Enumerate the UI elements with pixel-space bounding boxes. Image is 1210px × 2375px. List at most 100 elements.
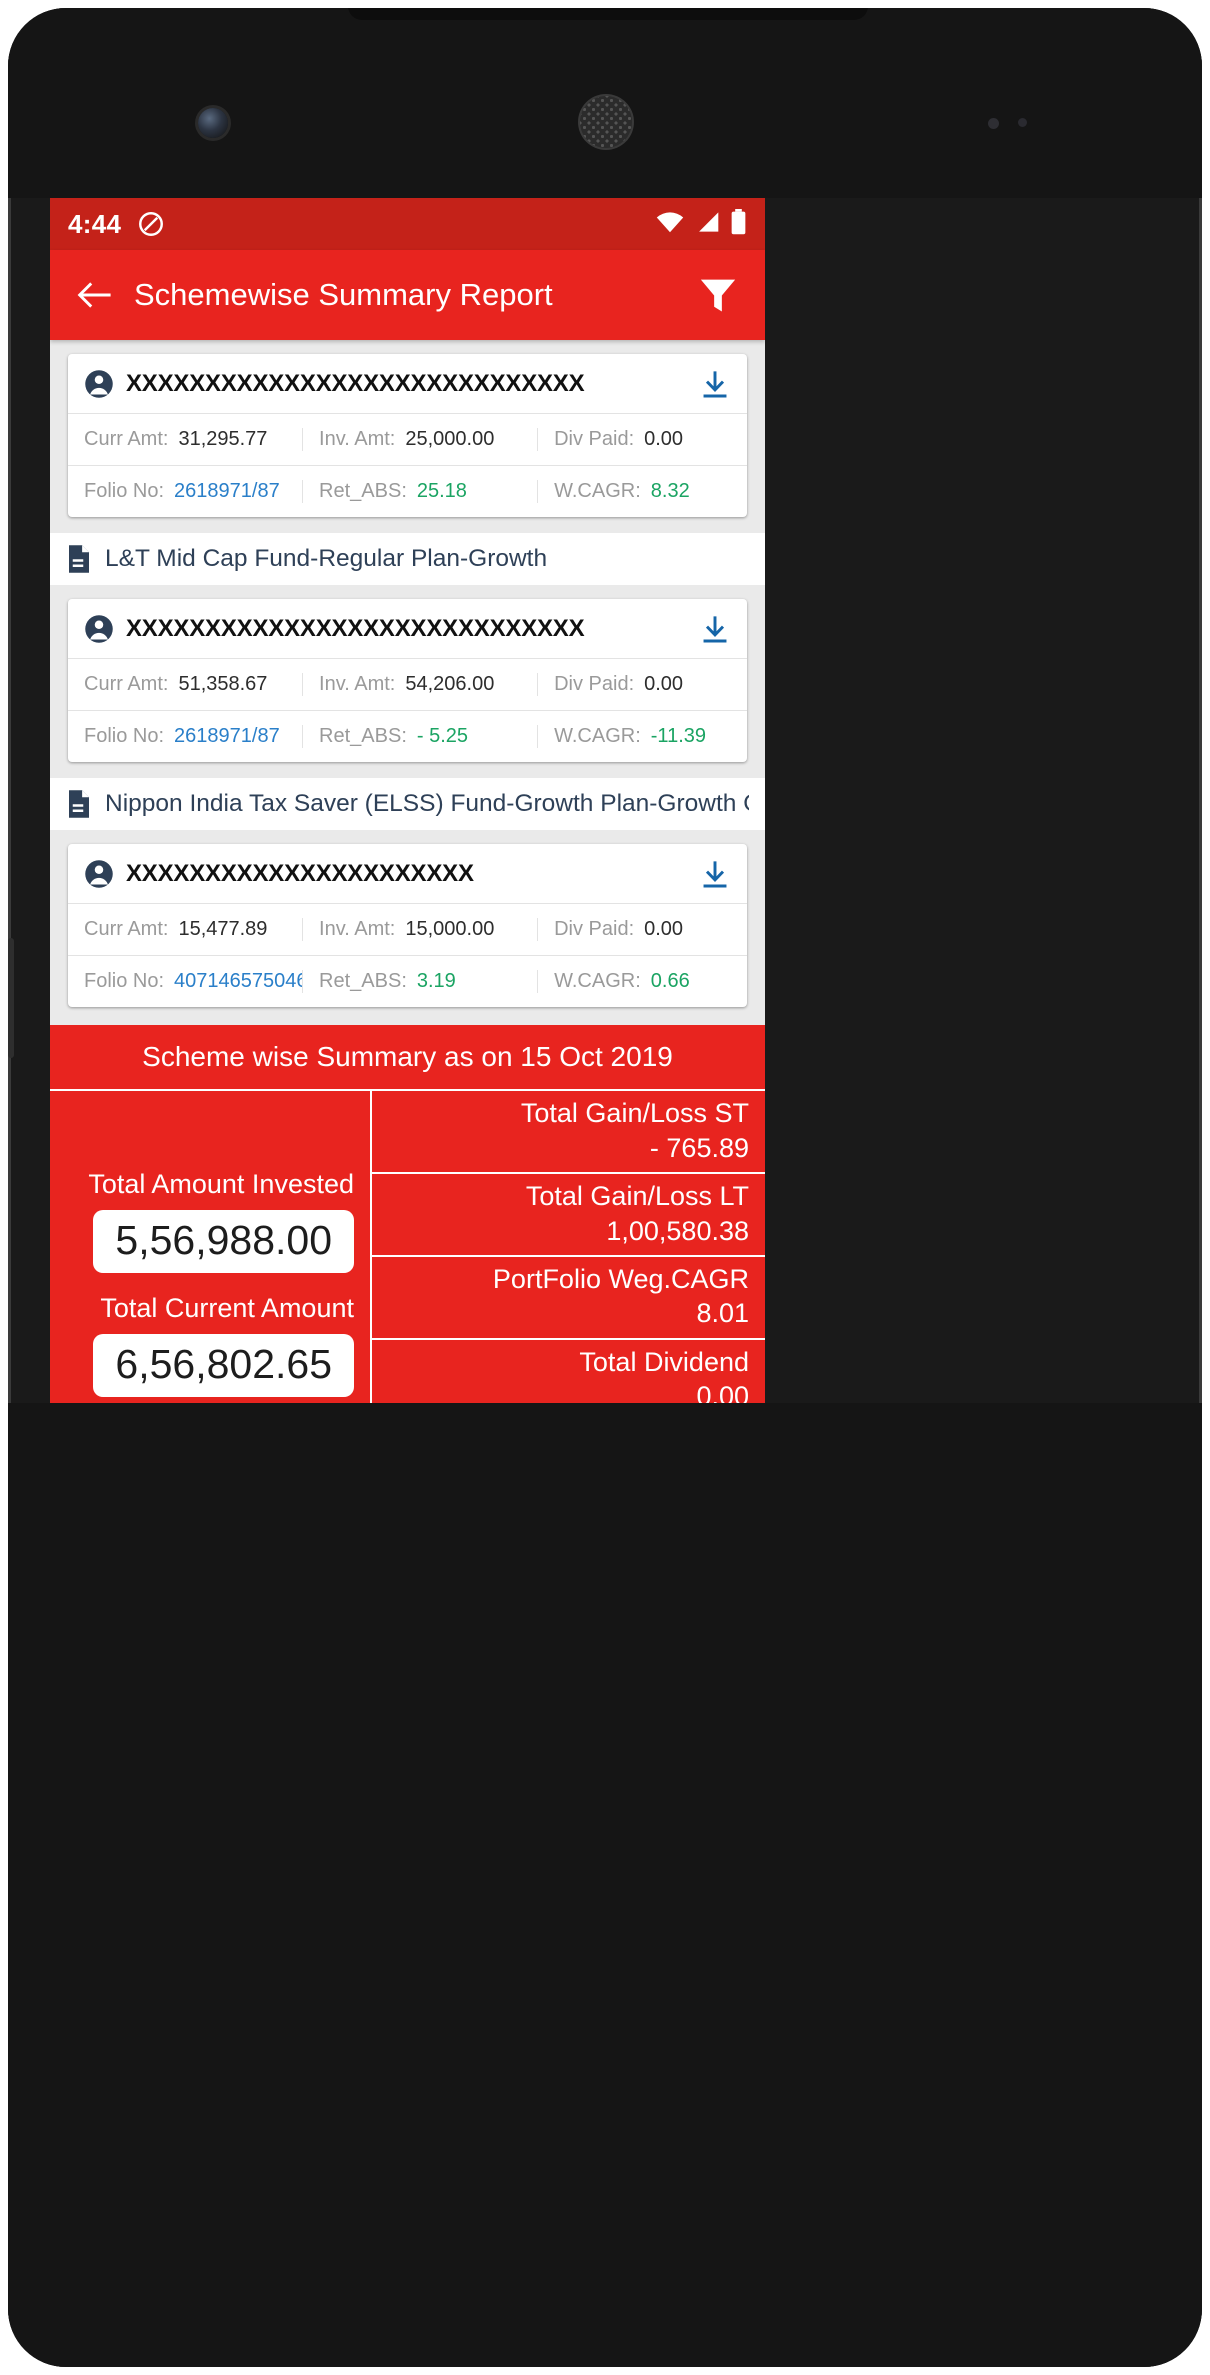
status-bar: 4:44 [50, 198, 765, 250]
curr-amt-value: 31,295.77 [178, 428, 268, 450]
document-icon [66, 544, 92, 574]
curr-amt-label: Curr Amt: [84, 918, 169, 940]
scheme-card[interactable]: XXXXXXXXXXXXXXXXXXXXXX Curr Amt: 15,477.… [68, 844, 747, 1007]
card-folio-row: Folio No: 2618971/87 Ret_ABS: - 5.25 W.C… [68, 710, 747, 762]
front-camera-icon [198, 108, 228, 138]
curr-amt-label: Curr Amt: [84, 428, 169, 450]
ret-abs-label: Ret_ABS: [319, 970, 407, 992]
div-paid-label: Div Paid: [554, 673, 635, 695]
investor-name: XXXXXXXXXXXXXXXXXXXXXX [126, 860, 474, 887]
metric-label: Total Gain/Loss ST [520, 1098, 749, 1128]
filter-button[interactable] [691, 268, 745, 322]
curr-amt-value: 51,358.67 [178, 673, 268, 695]
app-bar: Schemewise Summary Report [50, 250, 765, 340]
scheme-header: L&T Mid Cap Fund-Regular Plan-Growth [50, 533, 765, 585]
battery-full-icon [730, 208, 747, 240]
download-icon[interactable] [691, 613, 731, 645]
page-title: Schemewise Summary Report [134, 277, 553, 312]
w-cagr-value: 8.32 [650, 480, 690, 502]
phone-frame: 4:44 Schemewise Summary Report XXXXXXXXX… [8, 8, 1202, 2367]
folio-no-value[interactable]: 407146575046 [174, 970, 302, 993]
div-paid-value: 0.00 [644, 673, 684, 695]
card-header: XXXXXXXXXXXXXXXXXXXXXXXXXXXXX [68, 599, 747, 658]
curr-amt-cell: Curr Amt: 31,295.77 [68, 428, 302, 451]
summary-totals-column: Total Amount Invested 5,56,988.00 Total … [50, 1091, 372, 1403]
inv-amt-value: 25,000.00 [405, 428, 495, 450]
folio-no-value[interactable]: 2618971/87 [174, 725, 280, 748]
download-icon[interactable] [691, 368, 731, 400]
folio-no-label: Folio No: [84, 725, 165, 747]
cellular-signal-icon [694, 210, 721, 239]
status-bar-icons [655, 208, 747, 240]
back-arrow-icon [77, 282, 111, 308]
curr-amt-label: Curr Amt: [84, 673, 169, 695]
summary-title: Scheme wise Summary as on 15 Oct 2019 [50, 1025, 765, 1091]
summary-metric-row: Total Dividend 0.00 [372, 1340, 765, 1403]
phone-bezel-top [8, 8, 1202, 198]
folio-no-cell: Folio No: 2618971/87 [68, 725, 302, 748]
folio-no-label: Folio No: [84, 480, 165, 502]
card-folio-row: Folio No: 407146575046 Ret_ABS: 3.19 W.C… [68, 955, 747, 1007]
ret-abs-value: 25.18 [416, 480, 467, 502]
scheme-card[interactable]: XXXXXXXXXXXXXXXXXXXXXXXXXXXXX Curr Amt: … [68, 599, 747, 762]
metric-value: 8.01 [696, 1298, 749, 1329]
w-cagr-value: -11.39 [650, 725, 706, 747]
inv-amt-label: Inv. Amt: [319, 673, 396, 695]
div-paid-cell: Div Paid: 0.00 [537, 918, 747, 941]
folio-no-label: Folio No: [84, 970, 165, 992]
card-folio-row: Folio No: 2618971/87 Ret_ABS: 25.18 W.CA… [68, 465, 747, 517]
w-cagr-cell: W.CAGR: 8.32 [537, 480, 747, 503]
card-amounts-row: Curr Amt: 51,358.67 Inv. Amt: 54,206.00 … [68, 658, 747, 710]
inv-amt-cell: Inv. Amt: 54,206.00 [302, 673, 537, 696]
person-icon [84, 369, 114, 399]
div-paid-cell: Div Paid: 0.00 [537, 673, 747, 696]
metric-value: 1,00,580.38 [606, 1215, 749, 1246]
phone-screen: 4:44 Schemewise Summary Report XXXXXXXXX… [50, 198, 765, 1403]
power-button[interactable] [8, 938, 14, 1058]
folio-no-cell: Folio No: 407146575046 [68, 970, 302, 993]
card-header: XXXXXXXXXXXXXXXXXXXXXXXXXXXXX [68, 354, 747, 413]
metric-label: Total Dividend [579, 1346, 749, 1377]
ret-abs-cell: Ret_ABS: 3.19 [302, 970, 537, 993]
scheme-card[interactable]: XXXXXXXXXXXXXXXXXXXXXXXXXXXXX Curr Amt: … [68, 354, 747, 517]
document-icon [66, 789, 92, 819]
total-current-label: Total Current Amount [100, 1293, 354, 1323]
w-cagr-cell: W.CAGR: -11.39 [537, 725, 747, 748]
card-amounts-row: Curr Amt: 31,295.77 Inv. Amt: 25,000.00 … [68, 413, 747, 465]
total-invested-label: Total Amount Invested [88, 1168, 354, 1199]
folio-no-value[interactable]: 2618971/87 [174, 480, 280, 503]
person-icon [84, 859, 114, 889]
w-cagr-label: W.CAGR: [554, 725, 641, 747]
div-paid-value: 0.00 [644, 918, 684, 940]
w-cagr-value: 0.66 [650, 970, 690, 992]
proximity-sensor-icon [988, 118, 999, 129]
scheme-name: Nippon India Tax Saver (ELSS) Fund-Growt… [105, 790, 749, 817]
summary-metric-row: PortFolio Weg.CAGR 8.01 [372, 1257, 765, 1340]
metric-label: PortFolio Weg.CAGR [492, 1263, 749, 1294]
metric-label: Total Gain/Loss LT [525, 1180, 749, 1211]
card-amounts-row: Curr Amt: 15,477.89 Inv. Amt: 15,000.00 … [68, 903, 747, 955]
inv-amt-cell: Inv. Amt: 15,000.00 [302, 918, 537, 941]
ret-abs-cell: Ret_ABS: - 5.25 [302, 725, 537, 748]
back-button[interactable] [70, 270, 120, 320]
inv-amt-value: 54,206.00 [405, 673, 495, 695]
div-paid-label: Div Paid: [554, 428, 635, 450]
inv-amt-label: Inv. Amt: [319, 428, 396, 450]
light-sensor-icon [1018, 118, 1027, 127]
ret-abs-cell: Ret_ABS: 25.18 [302, 480, 537, 503]
investor-name: XXXXXXXXXXXXXXXXXXXXXXXXXXXXX [126, 370, 585, 397]
card-header: XXXXXXXXXXXXXXXXXXXXXX [68, 844, 747, 903]
phone-bezel-bottom [8, 1403, 1202, 2367]
metric-value: 0.00 [696, 1381, 749, 1403]
inv-amt-value: 15,000.00 [405, 918, 495, 940]
folio-no-cell: Folio No: 2618971/87 [68, 480, 302, 503]
download-icon[interactable] [691, 858, 731, 890]
inv-amt-cell: Inv. Amt: 25,000.00 [302, 428, 537, 451]
div-paid-label: Div Paid: [554, 918, 635, 940]
report-list[interactable]: XXXXXXXXXXXXXXXXXXXXXXXXXXXXX Curr Amt: … [50, 340, 765, 1025]
inv-amt-label: Inv. Amt: [319, 918, 396, 940]
scheme-header: Nippon India Tax Saver (ELSS) Fund-Growt… [50, 778, 765, 830]
earpiece-speaker-icon [580, 96, 632, 148]
total-current-value: 6,56,802.65 [93, 1334, 354, 1398]
curr-amt-cell: Curr Amt: 15,477.89 [68, 918, 302, 941]
